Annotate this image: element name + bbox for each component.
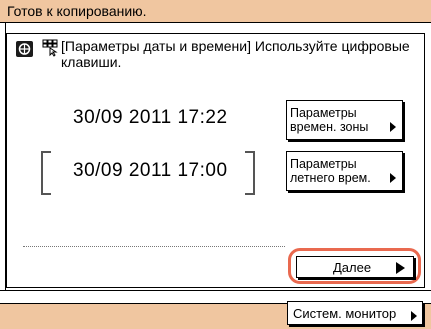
instruction-message: [Параметры даты и времени] Используйте ц… — [61, 38, 410, 70]
divider — [23, 246, 285, 247]
next-button-label: Далее — [333, 260, 372, 275]
play-arrow-icon — [396, 262, 405, 274]
right-arrow-icon — [411, 311, 417, 321]
dst-settings-button[interactable]: Параметры летнего врем. — [286, 151, 403, 191]
dst-settings-label: Параметры летнего врем. — [290, 157, 371, 185]
keypad-icon — [41, 39, 61, 57]
status-text: Готов к копированию. — [7, 3, 147, 19]
right-arrow-icon — [390, 173, 396, 183]
timezone-settings-button[interactable]: Параметры времен. зоны — [286, 100, 403, 140]
settings-icon — [16, 41, 33, 57]
input-bracket-right — [245, 151, 255, 195]
next-button[interactable]: Далее — [296, 256, 414, 278]
system-monitor-label: Систем. монитор — [293, 306, 397, 321]
input-bracket-left — [41, 151, 51, 195]
timezone-settings-label: Параметры времен. зоны — [290, 106, 369, 134]
right-arrow-icon — [390, 122, 396, 132]
system-monitor-button[interactable]: Систем. монитор — [287, 301, 423, 325]
current-datetime: 30/09 2011 17:22 — [73, 107, 228, 128]
settings-panel: [Параметры даты и времени] Используйте ц… — [6, 33, 425, 288]
status-bar: Готов к копированию. — [0, 0, 431, 23]
datetime-input[interactable]: 30/09 2011 17:00 — [73, 160, 228, 182]
